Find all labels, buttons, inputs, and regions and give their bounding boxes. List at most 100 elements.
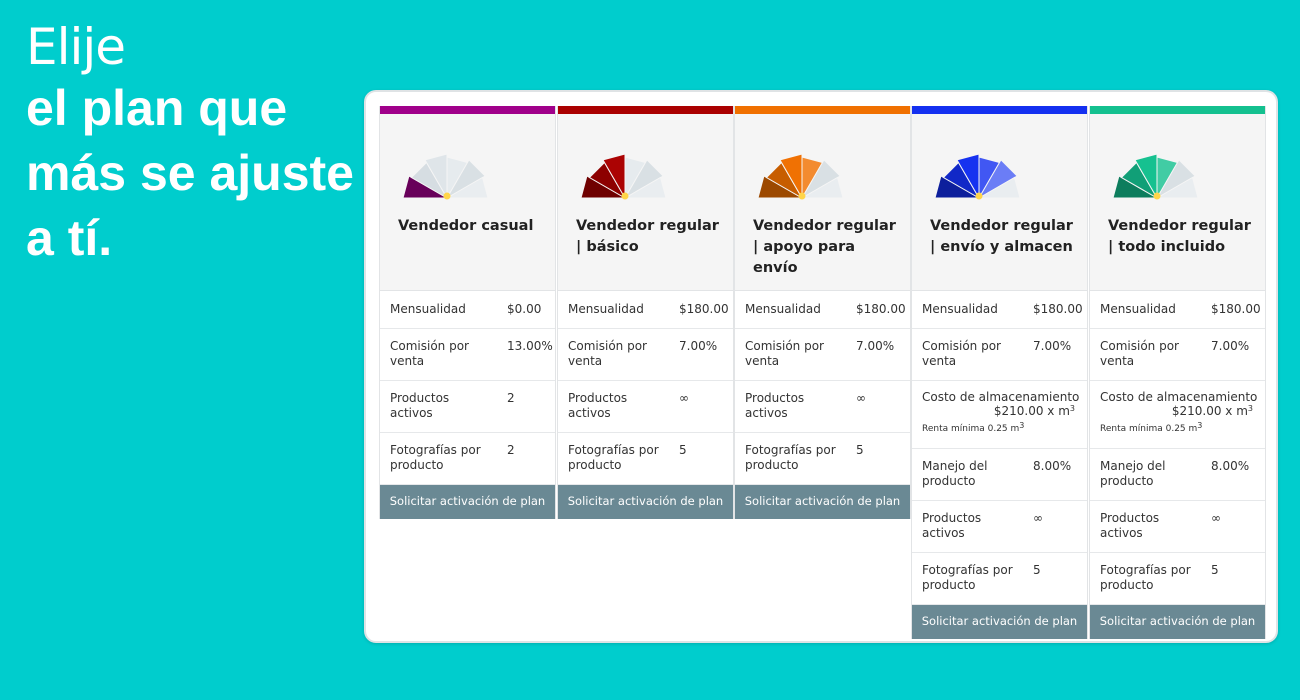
- row-products: Productos activos ∞: [912, 501, 1087, 553]
- gauge-icon: [757, 153, 844, 200]
- row-label: Fotografías por producto: [922, 563, 1013, 592]
- row-value: 5: [856, 443, 864, 457]
- row-photos: Fotografías por producto 5: [912, 553, 1087, 605]
- plan-column-basic: Vendedor regular | básico Mensualidad $1…: [557, 106, 734, 519]
- row-commission: Comisión por venta 7.00%: [558, 329, 733, 381]
- row-value: $210.00 x m3: [1172, 404, 1253, 419]
- row-label: Fotografías por producto: [745, 443, 836, 472]
- row-value: $0.00: [507, 302, 542, 316]
- plan-name: Vendedor regular | apoyo para envío: [753, 218, 896, 276]
- plan-name: Vendedor regular | todo incluido: [1108, 218, 1251, 255]
- row-label: Mensualidad: [390, 302, 466, 316]
- plan-column-warehouse: Vendedor regular | envío y almacen Mensu…: [911, 106, 1088, 639]
- superscript: 3: [1069, 404, 1075, 413]
- plan-header: Vendedor regular | básico: [558, 114, 733, 291]
- row-value: ∞: [1033, 511, 1043, 525]
- row-value: 8.00%: [1211, 459, 1250, 473]
- storage-note-text: Renta mínima 0.25 m: [1100, 424, 1198, 434]
- request-plan-button[interactable]: Solicitar activación de plan: [1090, 605, 1265, 639]
- row-monthly: Mensualidad $180.00: [1090, 291, 1265, 329]
- storage-price: $210.00 x m: [1171, 404, 1248, 418]
- row-label: Comisión por venta: [745, 339, 824, 368]
- request-plan-button[interactable]: Solicitar activación de plan: [735, 485, 910, 519]
- row-label: Productos activos: [745, 391, 805, 420]
- row-photos: Fotografías por producto 5: [558, 433, 733, 485]
- plan-header: Vendedor regular | todo incluido: [1090, 114, 1265, 291]
- row-label: Mensualidad: [745, 302, 821, 316]
- row-products: Productos activos ∞: [1090, 501, 1265, 553]
- row-label: Fotografías por producto: [1100, 563, 1191, 592]
- request-plan-button[interactable]: Solicitar activación de plan: [912, 605, 1087, 639]
- plan-color-bar: [912, 106, 1087, 114]
- row-value: ∞: [1211, 511, 1221, 525]
- plan-name: Vendedor regular | básico: [576, 218, 719, 255]
- gauge-pivot: [621, 192, 629, 200]
- row-value: 5: [1211, 563, 1219, 577]
- row-value: $180.00: [856, 302, 906, 316]
- gauge-pivot: [1153, 192, 1161, 200]
- gauge-pivot: [798, 192, 806, 200]
- row-value: 7.00%: [856, 339, 895, 353]
- row-value: 7.00%: [1033, 339, 1072, 353]
- plan-header: Vendedor casual: [380, 114, 555, 291]
- row-value: 13.00%: [507, 339, 553, 353]
- plans-table: Vendedor casual Mensualidad $0.00 Comisi…: [379, 106, 1268, 646]
- row-label: Fotografías por producto: [390, 443, 481, 472]
- row-handling: Manejo del producto 8.00%: [1090, 449, 1265, 501]
- row-label: Productos activos: [568, 391, 628, 420]
- storage-note: Renta mínima 0.25 m3: [922, 421, 1025, 434]
- row-label: Mensualidad: [1100, 302, 1176, 316]
- row-label: Productos activos: [390, 391, 450, 420]
- row-label: Fotografías por producto: [568, 443, 659, 472]
- superscript: 3: [1197, 421, 1203, 430]
- superscript: 3: [1019, 421, 1025, 430]
- row-label: Manejo del producto: [1100, 459, 1166, 488]
- row-products: Productos activos ∞: [558, 381, 733, 433]
- plan-header: Vendedor regular | envío y almacen: [912, 114, 1087, 291]
- row-label: Productos activos: [1100, 511, 1160, 540]
- row-value: 5: [679, 443, 687, 457]
- row-monthly: Mensualidad $180.00: [912, 291, 1087, 329]
- headline-line-4: a tí.: [26, 210, 113, 266]
- superscript: 3: [1247, 404, 1253, 413]
- row-value: 5: [1033, 563, 1041, 577]
- row-label: Comisión por venta: [390, 339, 469, 368]
- row-commission: Comisión por venta 7.00%: [912, 329, 1087, 381]
- plan-color-bar: [380, 106, 555, 114]
- row-label: Productos activos: [922, 511, 982, 540]
- row-label: Manejo del producto: [922, 459, 988, 488]
- row-monthly: Mensualidad $180.00: [558, 291, 733, 329]
- gauge-icon: [934, 153, 1021, 200]
- gauge-pivot: [975, 192, 983, 200]
- storage-note-text: Renta mínima 0.25 m: [922, 424, 1020, 434]
- row-value: 7.00%: [1211, 339, 1250, 353]
- row-value: $180.00: [679, 302, 729, 316]
- row-value: $180.00: [1211, 302, 1261, 316]
- row-photos: Fotografías por producto 5: [1090, 553, 1265, 605]
- row-commission: Comisión por venta 7.00%: [1090, 329, 1265, 381]
- row-value: 2: [507, 443, 515, 457]
- plan-column-casual: Vendedor casual Mensualidad $0.00 Comisi…: [379, 106, 556, 519]
- row-handling: Manejo del producto 8.00%: [912, 449, 1087, 501]
- row-products: Productos activos 2: [380, 381, 555, 433]
- row-monthly: Mensualidad $0.00: [380, 291, 555, 329]
- row-label: Comisión por venta: [922, 339, 1001, 368]
- storage-price: $210.00 x m: [993, 404, 1070, 418]
- storage-note: Renta mínima 0.25 m3: [1100, 421, 1203, 434]
- plan-column-all-inclusive: Vendedor regular | todo incluido Mensual…: [1089, 106, 1266, 639]
- row-value: $180.00: [1033, 302, 1083, 316]
- row-commission: Comisión por venta 13.00%: [380, 329, 555, 381]
- headline: Elije el plan que más se ajuste a tí.: [26, 18, 354, 271]
- gauge-icon: [402, 153, 489, 200]
- plan-header: Vendedor regular | apoyo para envío: [735, 114, 910, 291]
- request-plan-button[interactable]: Solicitar activación de plan: [558, 485, 733, 519]
- row-label: Mensualidad: [922, 302, 998, 316]
- headline-line-3: más se ajuste: [26, 145, 354, 201]
- plan-color-bar: [735, 106, 910, 114]
- row-label: Costo de almacenamiento: [1100, 390, 1258, 404]
- row-monthly: Mensualidad $180.00: [735, 291, 910, 329]
- row-label: Mensualidad: [568, 302, 644, 316]
- row-products: Productos activos ∞: [735, 381, 910, 433]
- request-plan-button[interactable]: Solicitar activación de plan: [380, 485, 555, 519]
- plan-color-bar: [558, 106, 733, 114]
